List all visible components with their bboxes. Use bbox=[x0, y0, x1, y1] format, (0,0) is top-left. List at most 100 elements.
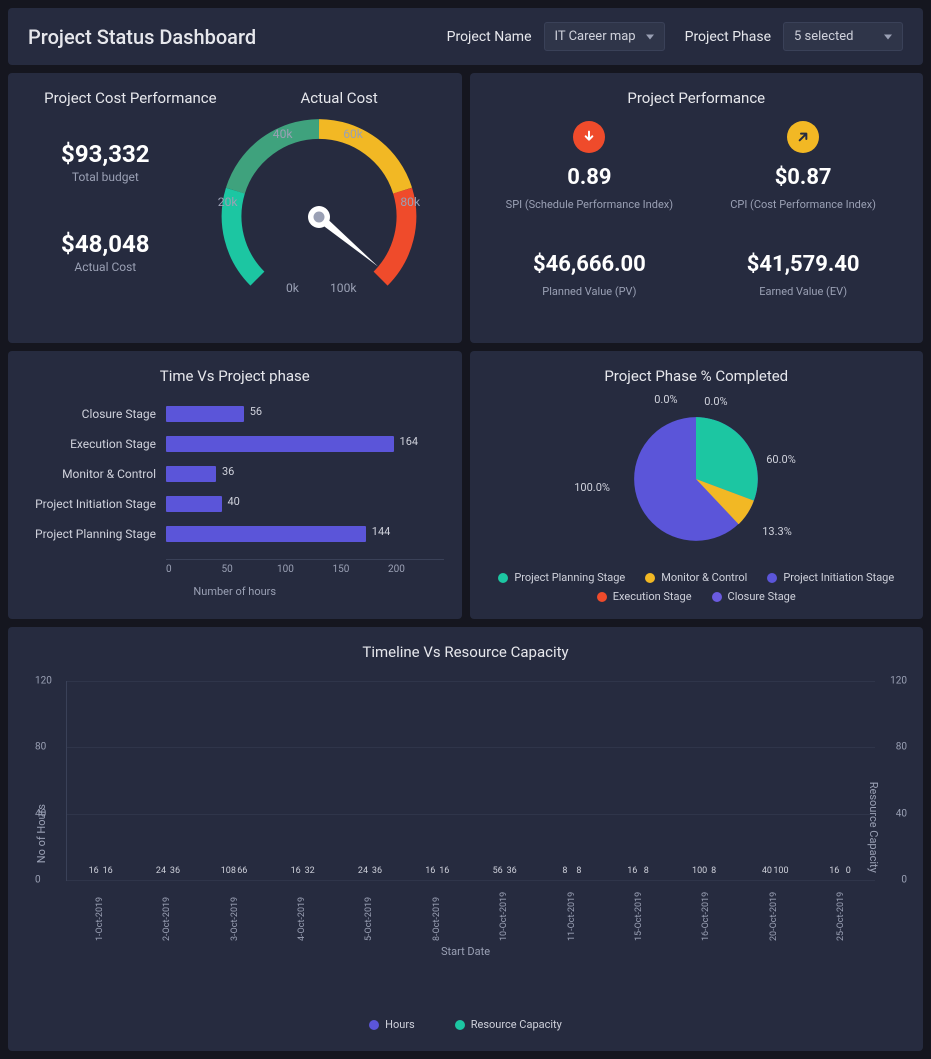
timeline-x-label: Start Date bbox=[26, 945, 905, 958]
pv-value: $46,666.00 bbox=[488, 252, 692, 277]
hbar-track: 144 bbox=[166, 526, 444, 542]
dropdown-project-phase[interactable]: 5 selected bbox=[783, 22, 903, 51]
y-tick-right: 0 bbox=[901, 875, 907, 886]
x-tick-label: 2-Oct-2019 bbox=[162, 931, 172, 941]
pie-label-execution: 0.0% bbox=[654, 393, 677, 406]
y-tick-right: 40 bbox=[896, 808, 907, 819]
legend-item: Execution Stage bbox=[597, 590, 692, 603]
hbar-row: Execution Stage 164 bbox=[26, 429, 444, 459]
bar-value: 56 bbox=[493, 866, 503, 876]
hbar-row: Project Initiation Stage 40 bbox=[26, 489, 444, 519]
card-timeline: Timeline Vs Resource Capacity No of Hour… bbox=[8, 627, 923, 1051]
svg-text:40k: 40k bbox=[273, 127, 294, 141]
legend-item: Hours bbox=[369, 1018, 415, 1031]
card-cost-title-right: Actual Cost bbox=[235, 89, 444, 107]
hbar-value: 36 bbox=[222, 465, 234, 478]
legend-item: Project Planning Stage bbox=[498, 571, 625, 584]
hbar-fill bbox=[166, 406, 244, 422]
spi-value: 0.89 bbox=[488, 165, 692, 190]
time-phase-title: Time Vs Project phase bbox=[26, 367, 444, 385]
hbar-fill bbox=[166, 526, 366, 542]
hbar-row: Project Planning Stage 144 bbox=[26, 519, 444, 549]
filter-project-name: Project Name IT Career map bbox=[447, 22, 665, 51]
x-tick-label: 15-Oct-2019 bbox=[634, 931, 644, 941]
dropdown-project-name-value: IT Career map bbox=[555, 29, 636, 44]
actual-cost-label: Actual Cost bbox=[26, 260, 185, 274]
legend-item: Closure Stage bbox=[712, 590, 796, 603]
hbar-value: 40 bbox=[228, 495, 240, 508]
legend-item: Monitor & Control bbox=[645, 571, 747, 584]
page-title: Project Status Dashboard bbox=[28, 25, 427, 49]
actual-cost-value: $48,048 bbox=[26, 230, 185, 258]
hbar-value: 164 bbox=[400, 435, 419, 448]
total-budget-label: Total budget bbox=[26, 170, 185, 184]
y-tick-left: 80 bbox=[35, 742, 46, 753]
hbar-label: Project Initiation Stage bbox=[26, 497, 166, 511]
axis-tick: 0 bbox=[166, 564, 222, 575]
time-phase-xlabel: Number of hours bbox=[26, 585, 444, 598]
y-tick-left: 120 bbox=[35, 676, 52, 687]
dropdown-project-name[interactable]: IT Career map bbox=[544, 22, 665, 51]
hbar-label: Monitor & Control bbox=[26, 467, 166, 481]
svg-text:80k: 80k bbox=[400, 195, 421, 209]
bar-value: 8 bbox=[562, 866, 567, 876]
hbar-fill bbox=[166, 496, 222, 512]
chart-time-vs-phase: Closure Stage 56 Execution Stage 164 Mon… bbox=[26, 399, 444, 549]
bar-value: 8 bbox=[576, 866, 581, 876]
card-perf-title: Project Performance bbox=[488, 89, 906, 107]
filter-project-phase: Project Phase 5 selected bbox=[685, 22, 903, 51]
pv-label: Planned Value (PV) bbox=[488, 285, 692, 299]
bar-value: 32 bbox=[305, 866, 315, 876]
pie-label-monitor: 13.3% bbox=[762, 525, 792, 538]
gauge-actual-cost: 0k 20k 40k 60k 80k 100k bbox=[209, 107, 429, 327]
filter-project-phase-label: Project Phase bbox=[685, 29, 771, 45]
bar-value: 100 bbox=[773, 866, 788, 876]
hbar-fill bbox=[166, 436, 394, 452]
bar-value: 16 bbox=[627, 866, 637, 876]
x-tick-label: 1-Oct-2019 bbox=[95, 931, 105, 941]
hbar-row: Monitor & Control 36 bbox=[26, 459, 444, 489]
x-tick-label: 20-Oct-2019 bbox=[769, 931, 779, 941]
bar-value: 16 bbox=[291, 866, 301, 876]
bar-value: 16 bbox=[103, 866, 113, 876]
card-cost-performance: Project Cost Performance Actual Cost $93… bbox=[8, 73, 462, 343]
bar-value: 16 bbox=[89, 866, 99, 876]
svg-text:20k: 20k bbox=[218, 195, 239, 209]
cpi-value: $0.87 bbox=[701, 165, 905, 190]
bar-value: 40 bbox=[762, 866, 772, 876]
bar-value: 66 bbox=[237, 866, 247, 876]
hbar-value: 56 bbox=[250, 405, 262, 418]
card-cost-title-left: Project Cost Performance bbox=[26, 89, 235, 107]
card-project-performance: Project Performance 0.89 SPI (Schedule P… bbox=[470, 73, 924, 343]
hbar-label: Execution Stage bbox=[26, 437, 166, 451]
legend-item: Project Initiation Stage bbox=[767, 571, 894, 584]
bar-value: 108 bbox=[221, 866, 236, 876]
bar-value: 16 bbox=[439, 866, 449, 876]
y-tick-left: 40 bbox=[35, 808, 46, 819]
dropdown-project-phase-value: 5 selected bbox=[794, 29, 853, 44]
cpi-label: CPI (Cost Performance Index) bbox=[701, 198, 905, 212]
hbar-row: Closure Stage 56 bbox=[26, 399, 444, 429]
card-phase-completed: Project Phase % Completed 60.0% 13.3% 10… bbox=[470, 351, 924, 619]
filter-project-name-label: Project Name bbox=[447, 29, 532, 45]
x-tick-label: 16-Oct-2019 bbox=[701, 931, 711, 941]
ev-label: Earned Value (EV) bbox=[701, 285, 905, 299]
bar-value: 8 bbox=[711, 866, 716, 876]
bar-value: 0 bbox=[846, 866, 851, 876]
timeline-title: Timeline Vs Resource Capacity bbox=[26, 643, 905, 661]
pie-label-planning: 60.0% bbox=[766, 453, 796, 466]
pie-legend: Project Planning Stage Monitor & Control… bbox=[488, 571, 906, 603]
axis-tick: 200 bbox=[388, 564, 444, 575]
svg-text:0k: 0k bbox=[286, 281, 300, 295]
x-tick-label: 11-Oct-2019 bbox=[567, 931, 577, 941]
pie-label-closure: 0.0% bbox=[704, 395, 727, 408]
pie-label-initiation: 100.0% bbox=[574, 481, 610, 494]
legend-item: Resource Capacity bbox=[455, 1018, 562, 1031]
y-tick-left: 0 bbox=[35, 875, 41, 886]
x-tick-label: 4-Oct-2019 bbox=[297, 931, 307, 941]
hbar-label: Closure Stage bbox=[26, 407, 166, 421]
hbar-fill bbox=[166, 466, 216, 482]
y-tick-right: 120 bbox=[890, 676, 907, 687]
chart-timeline: 004040808012012016 1624 36108 6616 3224 … bbox=[66, 681, 875, 881]
x-tick-label: 10-Oct-2019 bbox=[499, 931, 509, 941]
